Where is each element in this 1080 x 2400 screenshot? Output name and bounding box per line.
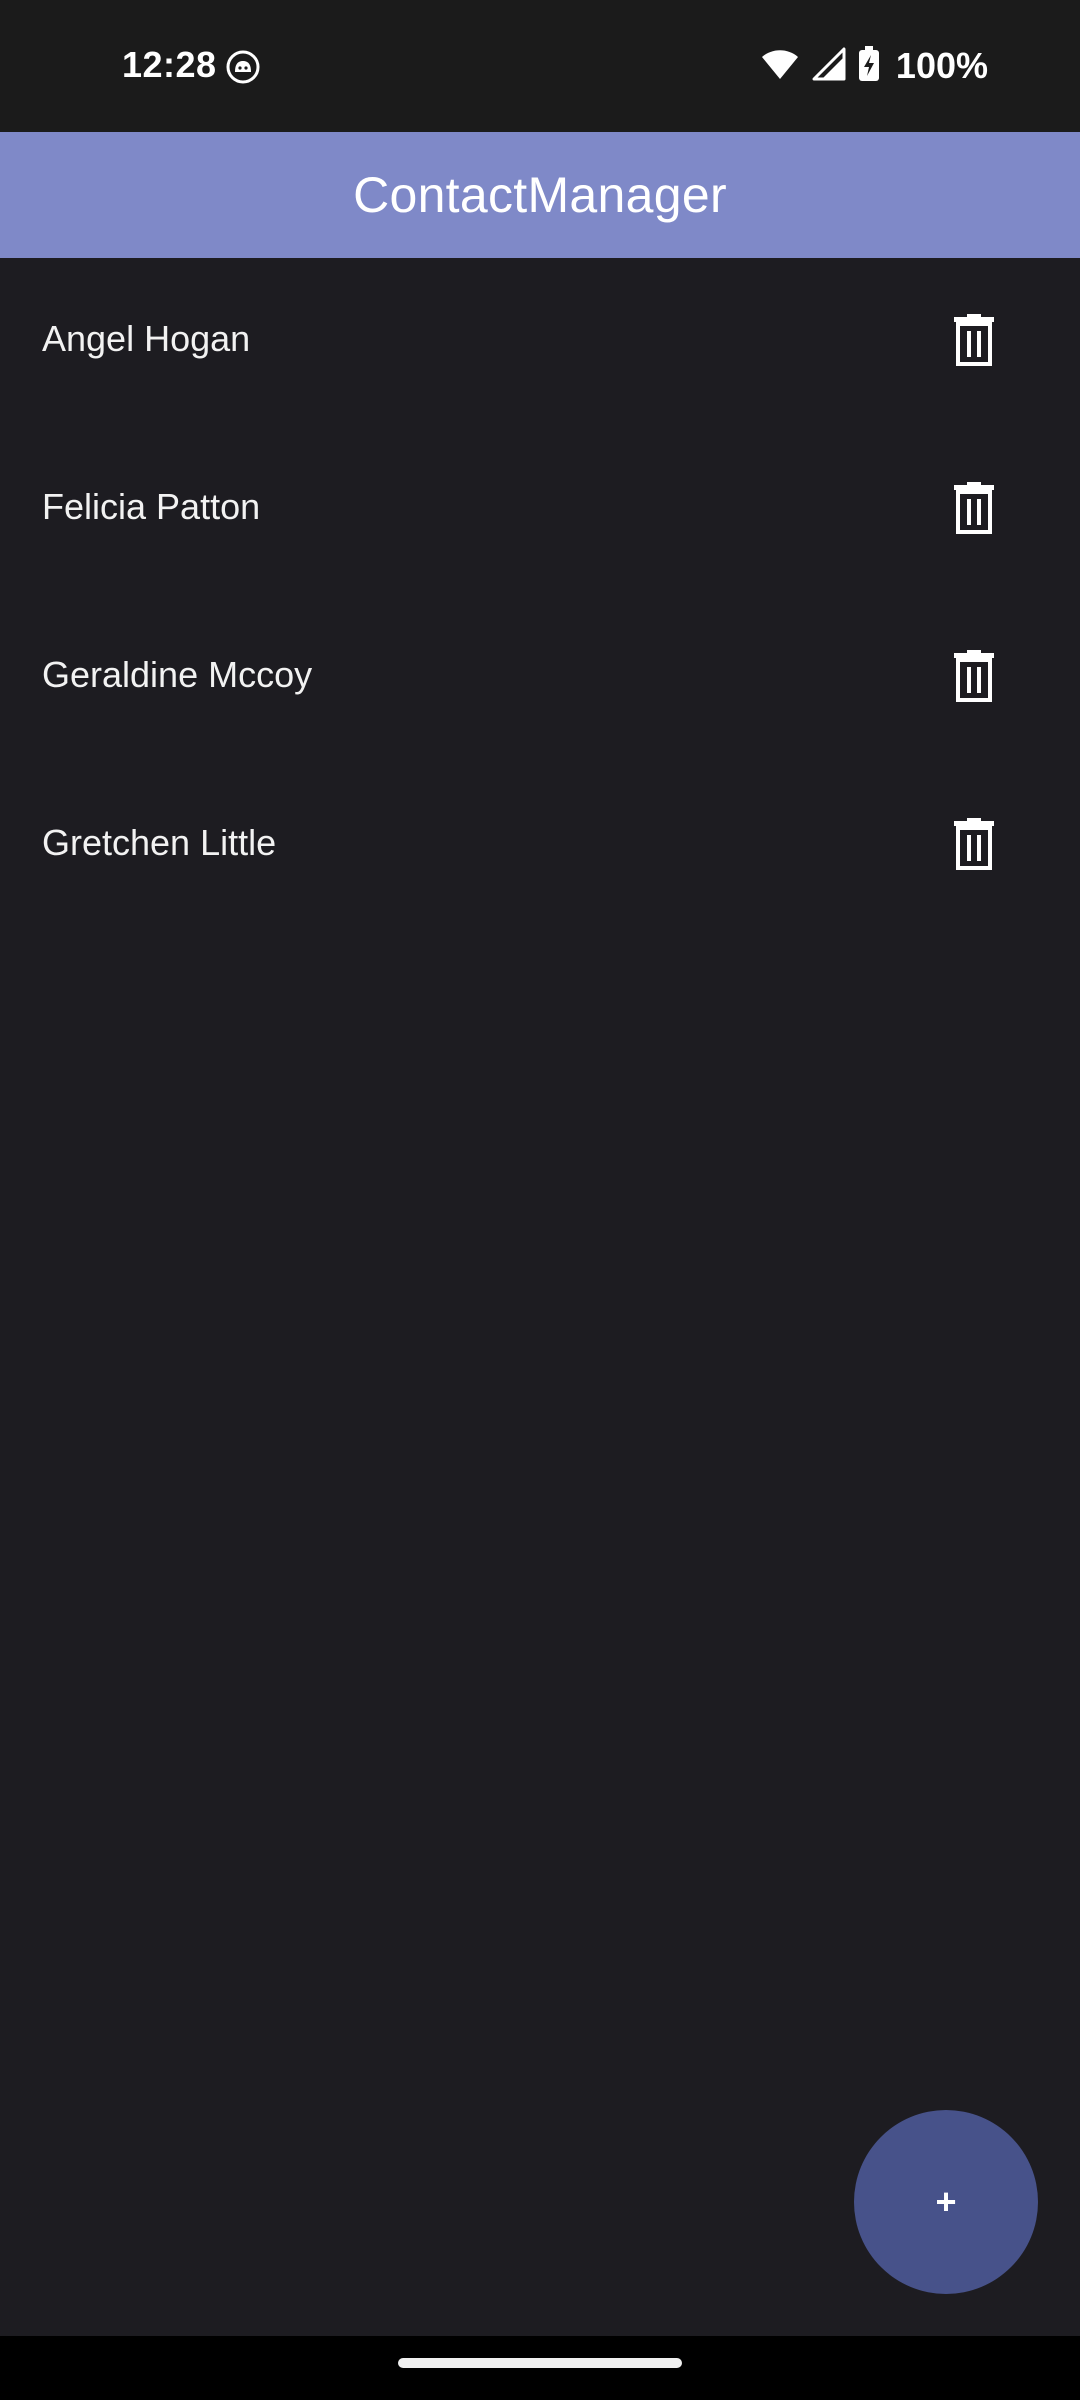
- contact-row[interactable]: Gretchen Little: [0, 762, 1080, 930]
- delete-contact-button[interactable]: [940, 812, 1008, 880]
- contact-name: Angel Hogan: [42, 318, 251, 359]
- battery-percentage: 100%: [895, 45, 988, 86]
- contact-name: Gretchen Little: [42, 822, 277, 863]
- trash-icon: [952, 481, 996, 539]
- status-time: 12:28: [122, 44, 217, 85]
- add-contact-button[interactable]: +: [854, 2110, 1038, 2294]
- home-gesture-handle[interactable]: [398, 2358, 682, 2368]
- cat-app-icon: [226, 50, 260, 84]
- contact-row[interactable]: Felicia Patton: [0, 426, 1080, 594]
- battery-charging-icon: [858, 45, 880, 87]
- status-bar: 12:28 100%: [0, 0, 1080, 132]
- contact-row[interactable]: Geraldine Mccoy: [0, 594, 1080, 762]
- add-icon: +: [935, 2181, 957, 2222]
- contact-name: Geraldine Mccoy: [42, 654, 313, 695]
- contact-name: Felicia Patton: [42, 486, 261, 527]
- app-bar: ContactManager: [0, 132, 1080, 258]
- delete-contact-button[interactable]: [940, 308, 1008, 376]
- contact-list: Angel Hogan Felicia Patton Geraldine Mcc…: [0, 258, 1080, 930]
- app-title: ContactManager: [353, 167, 727, 223]
- signal-icon: [812, 47, 846, 86]
- contact-row[interactable]: Angel Hogan: [0, 258, 1080, 426]
- trash-icon: [952, 649, 996, 707]
- delete-contact-button[interactable]: [940, 644, 1008, 712]
- delete-contact-button[interactable]: [940, 476, 1008, 544]
- trash-icon: [952, 313, 996, 371]
- navigation-bar: [0, 2336, 1080, 2400]
- status-icons: 100%: [760, 44, 988, 88]
- trash-icon: [952, 817, 996, 875]
- wifi-icon: [760, 47, 800, 86]
